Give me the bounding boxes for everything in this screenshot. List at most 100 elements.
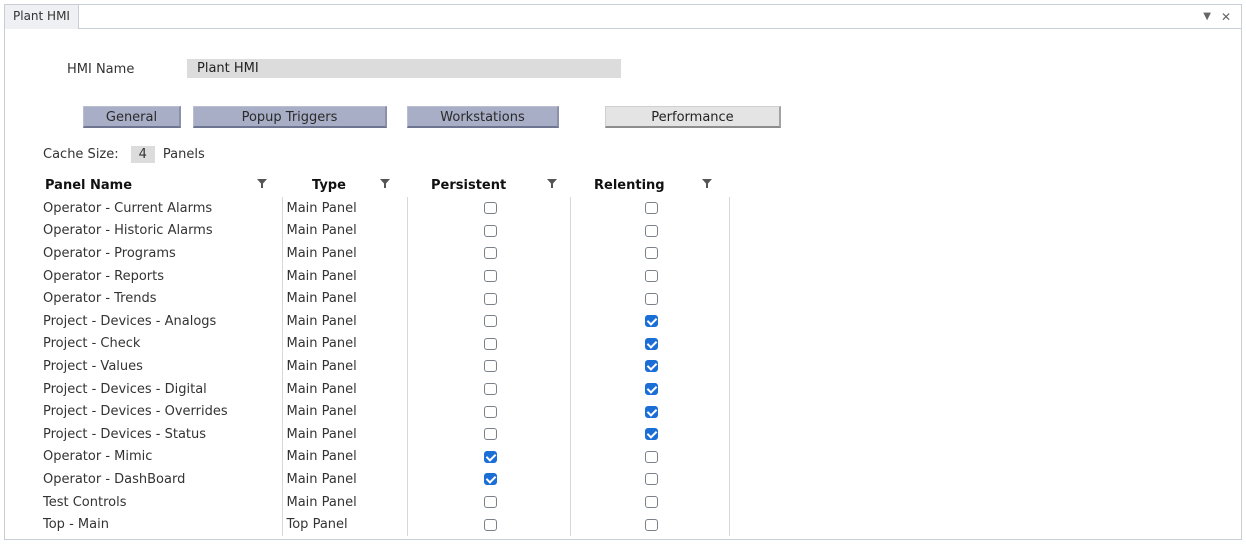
relenting-cell	[569, 377, 730, 401]
relenting-checkbox[interactable]	[645, 337, 658, 350]
relenting-checkbox[interactable]	[645, 518, 658, 531]
tab-popup-triggers[interactable]: Popup Triggers	[193, 106, 387, 128]
cache-size-unit: Panels	[162, 147, 205, 162]
panel-name-cell: Project - Devices - Digital	[43, 381, 207, 397]
persistent-checkbox[interactable]	[484, 292, 497, 305]
relenting-checkbox[interactable]	[645, 202, 658, 215]
persistent-checkbox[interactable]	[484, 518, 497, 531]
table-row[interactable]: Project - Check Main Panel	[39, 332, 730, 356]
persistent-checkbox[interactable]	[484, 202, 497, 215]
relenting-checkbox[interactable]	[645, 496, 658, 509]
cache-size-label: Cache Size:	[43, 147, 119, 162]
panel-type-cell: Main Panel	[281, 219, 407, 243]
panel-name-cell: Project - Values	[43, 358, 143, 374]
relenting-filter-icon[interactable]	[700, 176, 714, 190]
panels-table: Panel Name Type Persistent Relenting Ope…	[39, 174, 730, 536]
type-header-label: Type	[312, 178, 346, 193]
relenting-checkbox[interactable]	[645, 428, 658, 441]
cache-size-input[interactable]: 4	[130, 146, 155, 163]
persistent-cell	[406, 264, 570, 288]
tab-general[interactable]: General	[83, 106, 181, 128]
persistent-cell	[406, 219, 570, 243]
relenting-cell	[569, 490, 730, 514]
panel-name-cell: Project - Check	[43, 336, 141, 352]
persistent-checkbox[interactable]	[484, 383, 497, 396]
relenting-cell	[569, 332, 730, 356]
persistent-checkbox[interactable]	[484, 247, 497, 260]
type-filter-icon[interactable]	[378, 176, 392, 190]
table-row[interactable]: Project - Devices - Digital Main Panel	[39, 377, 730, 401]
relenting-header-label: Relenting	[594, 178, 665, 193]
table-row[interactable]: Operator - Trends Main Panel	[39, 287, 730, 310]
panel-name-cell: Top - Main	[43, 517, 109, 533]
table-row[interactable]: Test Controls Main Panel	[39, 490, 730, 514]
panel-name-cell: Project - Devices - Overrides	[43, 404, 228, 420]
tab-performance[interactable]: Performance	[605, 106, 781, 128]
relenting-checkbox[interactable]	[645, 315, 658, 328]
persistent-cell	[406, 468, 570, 491]
relenting-cell	[569, 287, 730, 310]
tab-workstations[interactable]: Workstations	[407, 106, 559, 128]
column-header-type[interactable]: Type	[282, 174, 407, 197]
relenting-cell	[569, 422, 730, 446]
relenting-cell	[569, 355, 730, 378]
relenting-checkbox[interactable]	[645, 270, 658, 283]
table-row[interactable]: Project - Devices - Overrides Main Panel	[39, 400, 730, 423]
panel-type-cell: Main Panel	[281, 264, 407, 288]
panel-type-cell: Main Panel	[281, 355, 407, 378]
relenting-checkbox[interactable]	[645, 383, 658, 396]
relenting-checkbox[interactable]	[645, 405, 658, 418]
relenting-checkbox[interactable]	[645, 292, 658, 305]
relenting-cell	[569, 219, 730, 243]
panel-name-cell: Operator - Reports	[43, 268, 165, 284]
persistent-cell	[406, 309, 570, 333]
relenting-checkbox[interactable]	[645, 450, 658, 463]
panel-name-filter-icon[interactable]	[255, 176, 269, 190]
table-row[interactable]: Operator - Reports Main Panel	[39, 264, 730, 288]
table-row[interactable]: Top - Main Top Panel	[39, 513, 730, 536]
relenting-checkbox[interactable]	[645, 360, 658, 373]
relenting-checkbox[interactable]	[645, 224, 658, 237]
relenting-cell	[569, 242, 730, 265]
column-header-panel-name[interactable]: Panel Name	[39, 174, 282, 197]
persistent-checkbox[interactable]	[484, 270, 497, 283]
table-row[interactable]: Operator - DashBoard Main Panel	[39, 468, 730, 491]
relenting-checkbox[interactable]	[645, 247, 658, 260]
persistent-checkbox[interactable]	[484, 450, 497, 463]
persistent-cell	[406, 377, 570, 401]
hmi-editor-window: Plant HMI ▼ ✕ HMI Name General Popup Tri…	[4, 4, 1242, 540]
table-row[interactable]: Operator - Mimic Main Panel	[39, 445, 730, 469]
table-row[interactable]: Operator - Programs Main Panel	[39, 242, 730, 265]
table-row[interactable]: Operator - Historic Alarms Main Panel	[39, 219, 730, 243]
table-row[interactable]: Project - Values Main Panel	[39, 355, 730, 378]
persistent-checkbox[interactable]	[484, 315, 497, 328]
relenting-cell	[569, 400, 730, 423]
table-row[interactable]: Operator - Current Alarms Main Panel	[39, 197, 730, 220]
persistent-filter-icon[interactable]	[545, 176, 559, 190]
close-icon[interactable]: ✕	[1221, 10, 1231, 24]
persistent-cell	[406, 332, 570, 356]
panel-name-cell: Operator - Mimic	[43, 449, 153, 465]
persistent-checkbox[interactable]	[484, 405, 497, 418]
panel-name-cell: Operator - DashBoard	[43, 471, 186, 487]
persistent-checkbox[interactable]	[484, 360, 497, 373]
panel-type-cell: Main Panel	[281, 332, 407, 356]
relenting-checkbox[interactable]	[645, 473, 658, 486]
table-header-row: Panel Name Type Persistent Relenting	[39, 174, 729, 197]
panel-name-cell: Project - Devices - Status	[43, 426, 207, 442]
dropdown-menu-icon[interactable]: ▼	[1203, 11, 1211, 22]
panel-type-cell: Top Panel	[281, 513, 407, 536]
column-header-relenting[interactable]: Relenting	[570, 174, 729, 197]
column-header-persistent[interactable]: Persistent	[407, 174, 570, 197]
persistent-checkbox[interactable]	[484, 224, 497, 237]
persistent-checkbox[interactable]	[484, 473, 497, 486]
persistent-checkbox[interactable]	[484, 496, 497, 509]
persistent-cell	[406, 355, 570, 378]
hmi-name-label: HMI Name	[67, 62, 135, 77]
document-tab-plant-hmi[interactable]: Plant HMI	[5, 5, 79, 29]
table-row[interactable]: Project - Devices - Analogs Main Panel	[39, 309, 730, 333]
table-row[interactable]: Project - Devices - Status Main Panel	[39, 422, 730, 446]
persistent-checkbox[interactable]	[484, 337, 497, 350]
hmi-name-input[interactable]	[187, 59, 621, 78]
persistent-checkbox[interactable]	[484, 428, 497, 441]
